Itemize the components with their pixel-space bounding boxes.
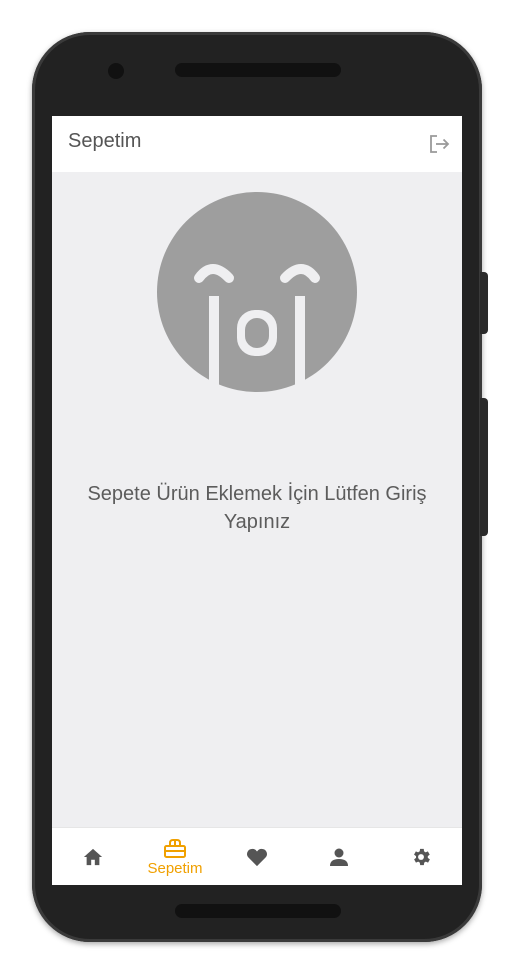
app-header: Sepetim	[52, 116, 462, 172]
bottom-speaker	[175, 904, 341, 918]
front-camera	[108, 63, 124, 79]
nav-basket[interactable]: Sepetim	[134, 828, 216, 885]
nav-settings[interactable]	[380, 828, 462, 885]
login-required-message: Sepete Ürün Eklemek İçin Lütfen Giriş Ya…	[52, 480, 462, 536]
logout-icon[interactable]	[428, 134, 450, 154]
login-required-text: Sepete Ürün Eklemek İçin Lütfen Giriş Ya…	[87, 483, 427, 533]
top-speaker	[175, 63, 341, 77]
bottom-navigation: Sepetim	[52, 827, 462, 885]
volume-button	[480, 272, 488, 334]
nav-favorites[interactable]	[216, 828, 298, 885]
home-icon	[82, 847, 104, 867]
crying-face-icon	[157, 192, 357, 392]
nav-home[interactable]	[52, 828, 134, 885]
nav-profile[interactable]	[298, 828, 380, 885]
heart-icon	[246, 847, 268, 867]
page-title: Sepetim	[68, 130, 142, 152]
nav-basket-label: Sepetim	[147, 859, 203, 877]
user-icon	[329, 847, 349, 867]
basket-icon	[164, 838, 186, 858]
app-screen: Sepetim Sepete Ürün Eklemek İçin Lütfen …	[52, 116, 462, 885]
power-button	[480, 398, 488, 536]
gear-icon	[410, 846, 432, 868]
